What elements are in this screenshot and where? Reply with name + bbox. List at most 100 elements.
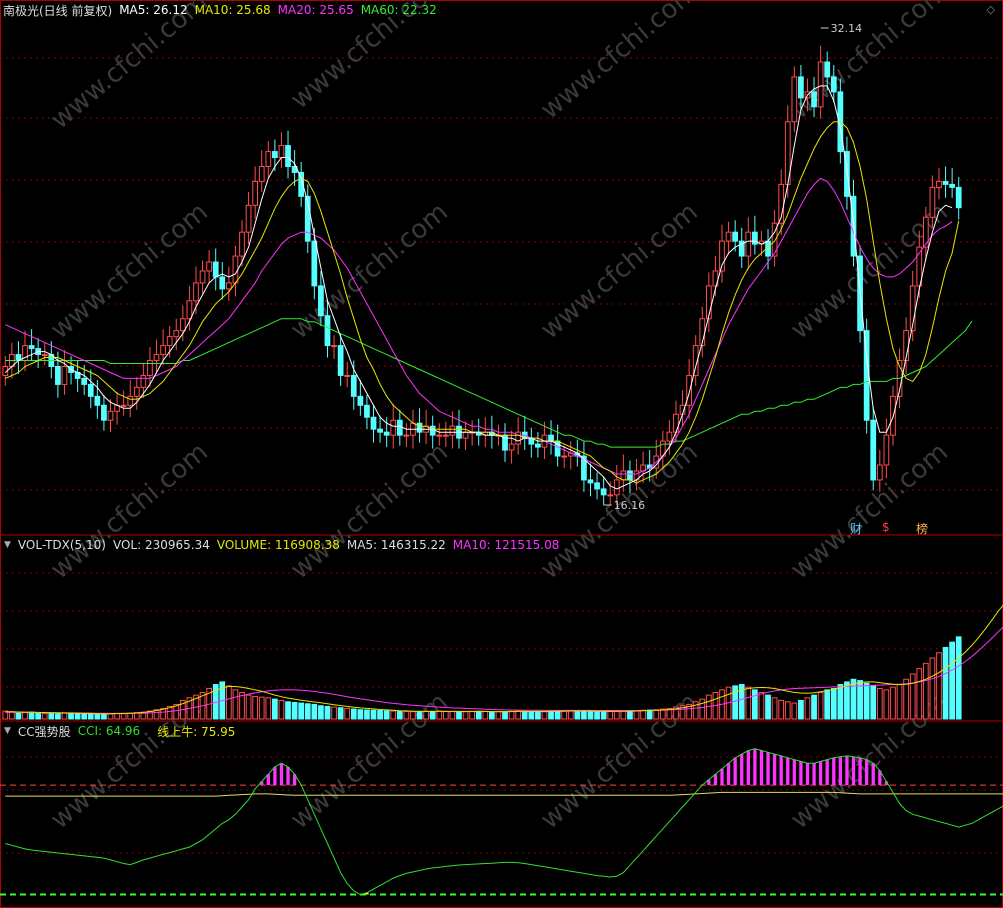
volume-bar	[890, 686, 896, 720]
watermark-text: www.cfchi.com	[785, 0, 954, 125]
candle-body	[548, 434, 554, 442]
candle-body	[107, 410, 114, 421]
volume-bar	[232, 689, 239, 720]
diamond-corner-icon[interactable]: ◇	[987, 3, 995, 16]
volume-bar	[732, 685, 739, 720]
vol-indicator-name[interactable]: VOL-TDX(5,10)	[18, 538, 106, 552]
candle-body	[561, 455, 568, 458]
volume-bar	[396, 710, 403, 720]
volume-bar	[383, 710, 390, 720]
finance-badge[interactable]: 财	[850, 520, 862, 537]
volume-bar	[646, 709, 653, 720]
volume-bar	[942, 646, 949, 720]
volume-bar	[87, 712, 94, 720]
volume-bar	[949, 641, 956, 720]
volume-bar	[554, 710, 561, 720]
dollar-badge[interactable]: $	[882, 520, 890, 534]
watermark-text: www.cfchi.com	[785, 437, 954, 585]
stock-chart-svg: www.cfchi.com www.cfchi.com www.cfchi.com w…	[0, 0, 1003, 908]
volume-bar	[357, 709, 364, 720]
volume-bar	[456, 711, 462, 720]
volume-bar	[403, 711, 410, 720]
candle-body	[219, 276, 226, 290]
vol-label: VOL: 230965.34	[112, 538, 210, 552]
candle-body	[745, 231, 752, 257]
volume-bar	[870, 685, 877, 720]
collapse-triangle-icon[interactable]: ▼	[4, 726, 11, 736]
volume-bar	[633, 710, 640, 720]
volume-bar	[377, 710, 383, 720]
volume-bar	[469, 711, 476, 720]
volume-bar	[627, 710, 633, 720]
candle-body	[245, 204, 252, 233]
candle-body	[101, 404, 107, 421]
volume-bar	[929, 657, 936, 720]
candle-body	[272, 151, 278, 159]
candle-body	[324, 315, 331, 347]
volume-bar	[272, 698, 278, 720]
volume-bar	[120, 713, 127, 720]
candle-body	[798, 76, 804, 99]
volume-bar	[298, 702, 305, 720]
candle-body	[377, 428, 383, 433]
candle-body	[350, 374, 357, 397]
volume-bar	[817, 692, 824, 720]
volume-bar	[285, 701, 291, 720]
volume-bar	[114, 712, 120, 720]
candle-body	[830, 76, 837, 93]
volume-bar	[791, 702, 798, 720]
candle-body	[725, 231, 732, 242]
candle-body	[206, 261, 212, 272]
volume-bar	[423, 711, 429, 720]
cci-panel-header: ▼ CC强势股 CCI: 64.96 线上牛: 75.95	[0, 721, 242, 741]
candle-body	[337, 345, 344, 376]
volume-bar	[607, 711, 614, 720]
ma5-label: MA5: 26.12	[119, 3, 188, 17]
volume-bar	[48, 712, 55, 720]
volume-bar	[101, 713, 107, 720]
collapse-triangle-icon[interactable]: ▼	[4, 540, 11, 550]
candle-body	[55, 365, 61, 385]
candle-body	[278, 145, 285, 159]
candle-body	[344, 374, 351, 377]
candle-body	[942, 180, 949, 185]
candle-body	[147, 360, 153, 376]
volume-bar	[278, 699, 285, 720]
volume-bar	[528, 711, 535, 720]
volume-bar	[594, 711, 600, 720]
volume-bar	[653, 709, 660, 720]
candle-body	[594, 482, 600, 490]
volume-bar	[745, 686, 752, 720]
volume-bar	[488, 711, 495, 720]
volume-bar	[784, 701, 791, 720]
volume-bar	[61, 712, 68, 720]
volume-bar	[876, 688, 883, 720]
candle-body	[318, 285, 324, 317]
rank-badge[interactable]: 榜	[916, 520, 928, 537]
candle-body	[285, 145, 291, 168]
volume-bar	[798, 699, 804, 720]
volume-bar	[508, 710, 515, 720]
candle-body	[870, 419, 877, 481]
volume-bar	[922, 662, 929, 720]
vol-ma10-label: MA10: 121515.08	[452, 538, 560, 552]
candle-body	[186, 300, 193, 320]
candle-body	[199, 270, 206, 284]
volume-bar	[265, 697, 272, 720]
low-label: 16.16	[614, 499, 646, 512]
volume-bar	[74, 713, 81, 720]
volume-bar	[94, 713, 101, 720]
candle-body	[212, 261, 219, 278]
volume-bar	[337, 707, 344, 720]
cci-indicator-name[interactable]: CC强势股	[18, 723, 71, 740]
candle-body	[462, 431, 469, 439]
watermark-text: www.cfchi.com	[535, 197, 704, 345]
cci-indicator	[0, 748, 1003, 896]
candle-body	[613, 479, 620, 496]
stock-title[interactable]: 南极光(日线 前复权)	[3, 2, 112, 19]
volume-bar	[449, 711, 456, 720]
candle-body	[81, 377, 88, 385]
candle-body	[252, 180, 259, 206]
volume-bar	[936, 652, 942, 720]
volume-bar	[462, 711, 469, 720]
